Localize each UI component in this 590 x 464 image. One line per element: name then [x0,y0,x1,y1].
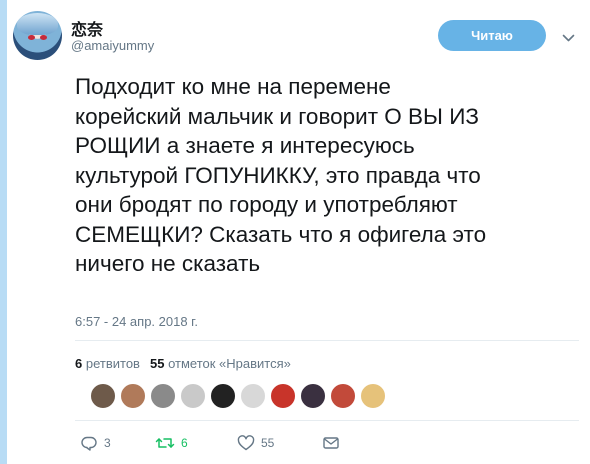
likes-label: отметок «Нравится» [168,356,291,371]
author-name[interactable]: 恋奈 [71,16,103,40]
avatar-eye-right [40,35,47,40]
retweets-label: ретвитов [85,356,140,371]
tweet-text-line: культурой ГОПУНИККУ, это правда что [75,162,481,188]
tweet-text: Подходит ко мне на перемене корейский ма… [75,72,575,279]
likes-count: 55 [149,356,165,371]
tweet-text-line: корейский мальчик и говорит О ВЫ ИЗ [75,103,479,129]
reply-icon [80,435,98,451]
tweet-card: 恋奈 @amaiyummy Читаю Подходит ко мне на п… [0,0,590,464]
liker-avatar[interactable] [240,383,266,409]
avatar[interactable] [13,11,62,60]
like-button[interactable]: 55 [237,432,274,454]
liker-avatar[interactable] [270,383,296,409]
liker-avatar[interactable] [330,383,356,409]
follow-button[interactable]: Читаю [438,20,546,51]
likes-stat[interactable]: 55 отметок «Нравится» [150,356,291,371]
tweet-text-line: РОЩИИ а знаете я интересуюсь [75,133,415,158]
tweet-text-line: СЕМЕЩКИ? Сказать что я офигела это [75,221,487,247]
liker-avatar[interactable] [120,383,146,409]
liker-avatar[interactable] [90,383,116,409]
liker-avatars [90,383,386,409]
retweet-button[interactable]: 6 [155,432,188,454]
liker-avatar[interactable] [180,383,206,409]
divider [75,340,579,341]
retweet-icon [155,435,175,451]
liker-avatar[interactable] [360,383,386,409]
liker-avatar[interactable] [300,383,326,409]
like-count: 55 [261,436,275,450]
tweet-text-line: они бродят по городу и употребляют [75,192,458,217]
author-handle[interactable]: @amaiyummy [71,38,154,53]
liker-avatar[interactable] [210,383,236,409]
liker-avatar[interactable] [150,383,176,409]
retweets-count: 6 [75,356,83,371]
reply-button[interactable]: 3 [80,432,111,454]
retweet-count: 6 [181,436,188,450]
divider [75,420,579,421]
envelope-icon [322,435,340,451]
tweet-text-line: Подходит ко мне на перемене [75,74,391,99]
tweet-text-line: ничего не сказать [75,251,261,276]
chevron-down-icon[interactable] [562,30,575,42]
direct-message-button[interactable] [322,432,340,454]
tweet-stats: 6 ретвитов 55 отметок «Нравится» [75,356,291,371]
retweets-stat[interactable]: 6 ретвитов [75,356,140,371]
reply-count: 3 [104,436,111,450]
heart-icon [237,435,255,451]
tweet-timestamp[interactable]: 6:57 - 24 апр. 2018 г. [75,314,198,329]
avatar-hair [17,13,58,35]
avatar-eye-left [28,35,35,40]
